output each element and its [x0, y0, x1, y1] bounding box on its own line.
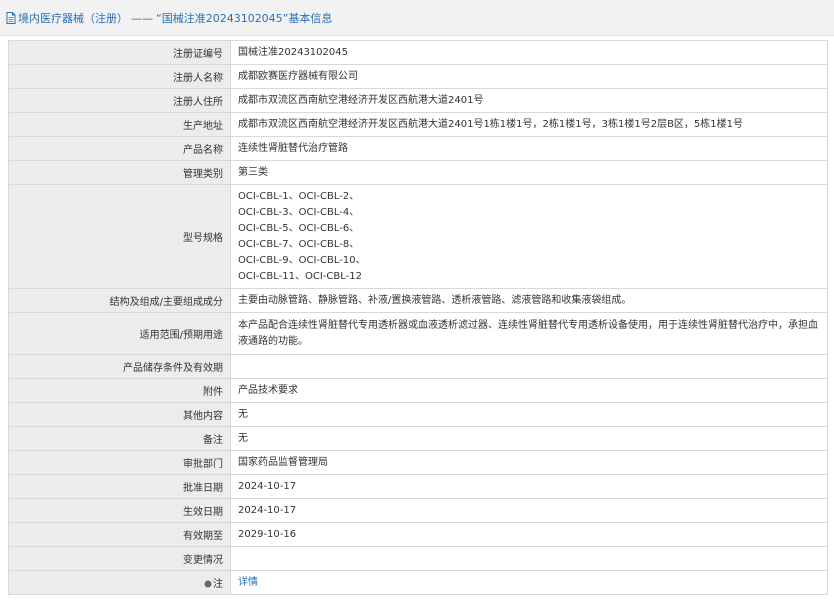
table-row: 其他内容 无: [8, 402, 828, 427]
row-value: 2024-10-17: [230, 474, 828, 499]
table-row: 生产地址 成都市双流区西南航空港经济开发区西航港大道2401号1栋1楼1号，2栋…: [8, 112, 828, 137]
row-label: 注册人名称: [8, 64, 231, 89]
note-label: 注: [213, 579, 223, 590]
table-row: 注册人住所 成都市双流区西南航空港经济开发区西航港大道2401号: [8, 88, 828, 113]
model-line: OCI-CBL-7、OCI-CBL-8、: [238, 238, 360, 250]
row-value: 2029-10-16: [230, 522, 828, 547]
table-row: 审批部门 国家药品监督管理局: [8, 450, 828, 475]
table-row: 变更情况: [8, 546, 828, 571]
table-row: 生效日期 2024-10-17: [8, 498, 828, 523]
row-label: 变更情况: [8, 546, 231, 571]
row-label: 适用范围/预期用途: [8, 312, 231, 355]
model-list: OCI-CBL-1、OCI-CBL-2、 OCI-CBL-3、OCI-CBL-4…: [230, 184, 828, 289]
row-value: [230, 546, 828, 571]
row-label: 注册证编号: [8, 40, 231, 65]
row-value: 无: [230, 426, 828, 451]
row-value: 连续性肾脏替代治疗管路: [230, 136, 828, 161]
info-dot-icon: [204, 580, 212, 588]
info-table: 注册证编号 国械注准20243102045 注册人名称 成都欧赛医疗器械有限公司…: [8, 40, 828, 595]
row-value: 详情: [230, 570, 828, 595]
details-link[interactable]: 详情: [238, 577, 258, 588]
row-label: 批准日期: [8, 474, 231, 499]
row-label: 型号规格: [8, 184, 231, 289]
row-value: 成都欧赛医疗器械有限公司: [230, 64, 828, 89]
row-value: [230, 354, 828, 379]
row-value: 本产品配合连续性肾脏替代专用透析器或血液透析滤过器、连续性肾脏替代专用透析设备使…: [230, 312, 828, 355]
row-label-note: 注: [8, 570, 231, 595]
table-row: 备注 无: [8, 426, 828, 451]
row-value: 成都市双流区西南航空港经济开发区西航港大道2401号: [230, 88, 828, 113]
row-label: 审批部门: [8, 450, 231, 475]
table-row: 有效期至 2029-10-16: [8, 522, 828, 547]
row-label: 附件: [8, 378, 231, 403]
row-value: 国家药品监督管理局: [230, 450, 828, 475]
row-label: 产品储存条件及有效期: [8, 354, 231, 379]
table-row: 型号规格 OCI-CBL-1、OCI-CBL-2、 OCI-CBL-3、OCI-…: [8, 184, 828, 289]
table-row: 适用范围/预期用途 本产品配合连续性肾脏替代专用透析器或血液透析滤过器、连续性肾…: [8, 312, 828, 355]
breadcrumb: 境内医疗器械（注册） —— “国械注准20243102045”基本信息: [18, 10, 332, 26]
row-value: 国械注准20243102045: [230, 40, 828, 65]
model-line: OCI-CBL-5、OCI-CBL-6、: [238, 222, 360, 234]
model-line: OCI-CBL-11、OCI-CBL-12: [238, 270, 362, 282]
row-label: 结构及组成/主要组成成分: [8, 288, 231, 313]
page-header: 境内医疗器械（注册） —— “国械注准20243102045”基本信息: [0, 0, 834, 36]
table-row: 产品储存条件及有效期: [8, 354, 828, 379]
row-label: 备注: [8, 426, 231, 451]
row-value: 第三类: [230, 160, 828, 185]
breadcrumb-separator: ——: [131, 11, 153, 25]
row-label: 生产地址: [8, 112, 231, 137]
row-label: 管理类别: [8, 160, 231, 185]
table-row: 注 详情: [8, 570, 828, 595]
row-value: 产品技术要求: [230, 378, 828, 403]
model-line: OCI-CBL-9、OCI-CBL-10、: [238, 254, 366, 266]
row-label: 有效期至: [8, 522, 231, 547]
table-row: 批准日期 2024-10-17: [8, 474, 828, 499]
row-label: 生效日期: [8, 498, 231, 523]
breadcrumb-section[interactable]: 境内医疗器械（注册）: [18, 12, 128, 25]
table-row: 附件 产品技术要求: [8, 378, 828, 403]
table-row: 产品名称 连续性肾脏替代治疗管路: [8, 136, 828, 161]
row-label: 注册人住所: [8, 88, 231, 113]
table-row: 注册人名称 成都欧赛医疗器械有限公司: [8, 64, 828, 89]
model-line: OCI-CBL-1、OCI-CBL-2、: [238, 190, 360, 202]
row-value: 主要由动脉管路、静脉管路、补液/置换液管路、透析液管路、滤液管路和收集液袋组成。: [230, 288, 828, 313]
page-title: “国械注准20243102045”基本信息: [156, 11, 333, 25]
row-label: 其他内容: [8, 402, 231, 427]
row-label: 产品名称: [8, 136, 231, 161]
row-value: 2024-10-17: [230, 498, 828, 523]
table-row: 管理类别 第三类: [8, 160, 828, 185]
table-row: 注册证编号 国械注准20243102045: [8, 40, 828, 65]
model-line: OCI-CBL-3、OCI-CBL-4、: [238, 206, 360, 218]
document-icon: [6, 11, 16, 24]
table-row: 结构及组成/主要组成成分 主要由动脉管路、静脉管路、补液/置换液管路、透析液管路…: [8, 288, 828, 313]
row-value: 成都市双流区西南航空港经济开发区西航港大道2401号1栋1楼1号，2栋1楼1号，…: [230, 112, 828, 137]
row-value: 无: [230, 402, 828, 427]
